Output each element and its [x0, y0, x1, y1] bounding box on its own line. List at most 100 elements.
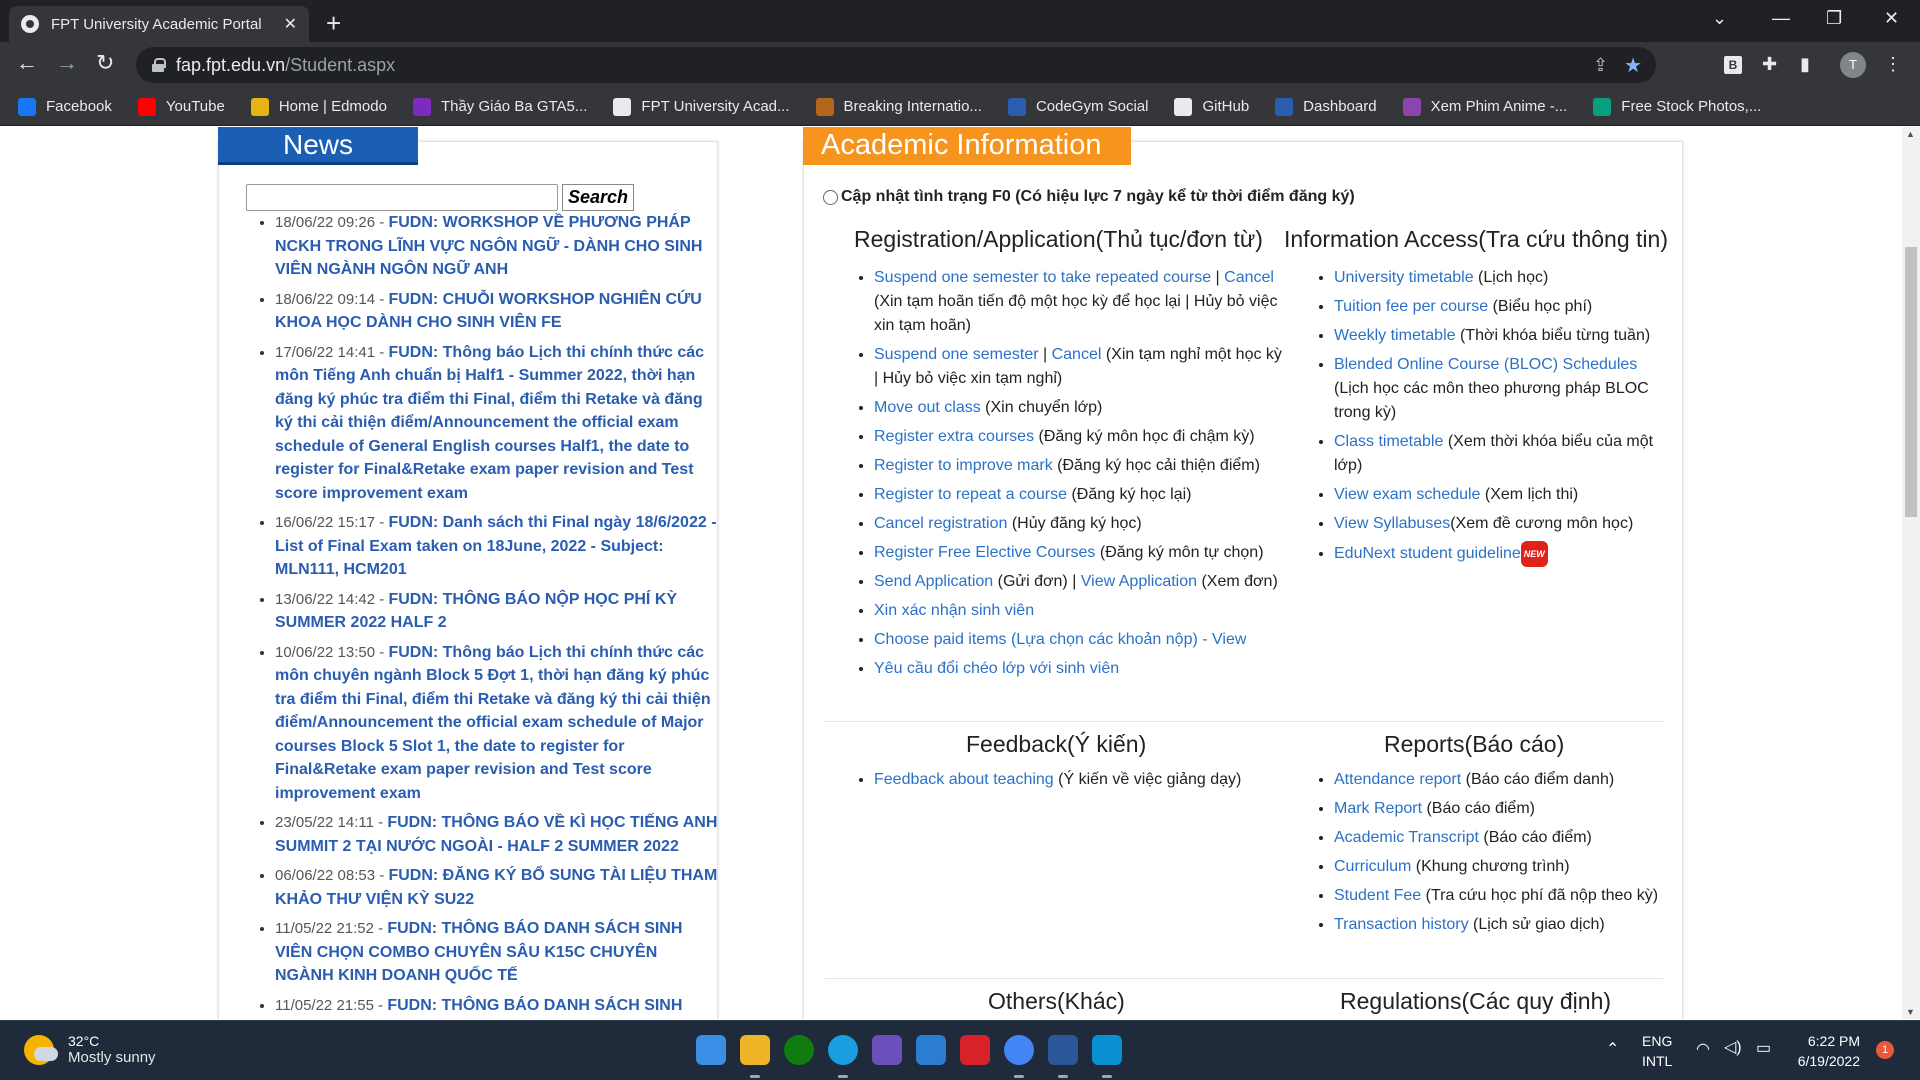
xbox-icon[interactable] — [784, 1035, 814, 1065]
language-indicator[interactable]: ENG INTL — [1642, 1031, 1672, 1071]
link[interactable]: Register to improve mark — [874, 457, 1053, 474]
link-note: (Báo cáo điểm) — [1422, 800, 1535, 817]
regulations-title: Regulations(Các quy định) — [1340, 988, 1612, 1014]
link[interactable]: View Application — [1081, 573, 1197, 590]
search-button[interactable]: Search — [562, 184, 634, 211]
puzzle-icon[interactable]: ✚ — [1762, 54, 1777, 75]
chevron-up-icon[interactable]: ⌃ — [1606, 1039, 1619, 1059]
news-date: 18/06/22 09:26 - — [275, 214, 389, 231]
lock-icon[interactable] — [152, 58, 166, 72]
tab-search-icon[interactable]: ⌄ — [1712, 8, 1727, 29]
link[interactable]: Yêu cầu đổi chéo lớp với sinh viên — [874, 660, 1119, 677]
bookmark-item[interactable]: FPT University Acad... — [613, 97, 790, 116]
mail-icon[interactable] — [916, 1035, 946, 1065]
link[interactable]: Cancel — [1052, 346, 1102, 363]
bookmark-item[interactable]: Breaking Internatio... — [815, 97, 982, 116]
link[interactable]: University timetable — [1334, 269, 1474, 286]
registration-list: Suspend one semester to take repeated co… — [874, 266, 1286, 686]
link[interactable]: Transaction history — [1334, 916, 1469, 933]
bookmark-item[interactable]: YouTube — [137, 97, 225, 116]
link[interactable]: Blended Online Course (BLOC) Schedules — [1334, 356, 1637, 373]
clock[interactable]: 6:22 PM 6/19/2022 — [1794, 1031, 1860, 1071]
bookmark-item[interactable]: Free Stock Photos,... — [1593, 97, 1761, 116]
link[interactable]: Mark Report — [1334, 800, 1422, 817]
link[interactable]: Move out class — [874, 399, 981, 416]
menu-icon[interactable]: ⋮ — [1884, 54, 1902, 75]
link[interactable]: Weekly timetable — [1334, 327, 1456, 344]
scrollbar-thumb[interactable] — [1905, 247, 1917, 517]
link-item: View exam schedule (Xem lịch thi) — [1334, 483, 1664, 507]
webstorm-icon[interactable] — [1092, 1035, 1122, 1065]
volume-icon[interactable]: ◁) — [1724, 1037, 1742, 1057]
news-link[interactable]: FUDN: Thông báo Lịch thi chính thức các … — [275, 344, 704, 502]
edge-icon[interactable] — [828, 1035, 858, 1065]
bookmark-label: Home | Edmodo — [278, 98, 387, 115]
bookmark-item[interactable]: CodeGym Social — [1007, 97, 1148, 116]
f0-radio[interactable] — [823, 189, 838, 205]
news-search-input[interactable] — [246, 184, 558, 211]
side-panel-icon[interactable]: ▮ — [1800, 54, 1810, 75]
link[interactable]: Suspend one semester to take repeated co… — [874, 269, 1211, 286]
reload-icon[interactable]: ↻ — [96, 50, 114, 76]
link[interactable]: Academic Transcript — [1334, 829, 1479, 846]
scroll-down-icon[interactable]: ▼ — [1906, 1007, 1915, 1017]
address-bar[interactable]: fap.fpt.edu.vn/Student.aspx ⇪ ★ — [136, 47, 1656, 83]
new-tab-icon[interactable]: + — [326, 8, 341, 39]
bookmark-item[interactable]: Facebook — [18, 97, 112, 116]
link[interactable]: Curriculum — [1334, 858, 1411, 875]
minimize-icon[interactable]: — — [1772, 8, 1790, 29]
bookmark-item[interactable]: Home | Edmodo — [250, 97, 387, 116]
link[interactable]: Student Fee — [1334, 887, 1421, 904]
link[interactable]: View Syllabuses — [1334, 515, 1450, 532]
link[interactable]: Register extra courses — [874, 428, 1034, 445]
garena-icon[interactable] — [960, 1035, 990, 1065]
forward-icon[interactable]: → — [56, 50, 78, 76]
browser-tab[interactable]: FPT University Academic Portal ✕ — [9, 6, 309, 42]
page-scrollbar[interactable]: ▲ ▼ — [1902, 127, 1920, 1019]
link[interactable]: View exam schedule — [1334, 486, 1480, 503]
link[interactable]: Tuition fee per course — [1334, 298, 1488, 315]
link[interactable]: Cancel — [1224, 269, 1274, 286]
link[interactable]: Choose paid items (Lựa chọn các khoản nộ… — [874, 631, 1246, 648]
start-icon[interactable] — [696, 1035, 726, 1065]
bookmark-item[interactable]: Dashboard — [1275, 97, 1377, 116]
link[interactable]: Xin xác nhận sinh viên — [874, 602, 1034, 619]
link[interactable]: EduNext student guideline — [1334, 545, 1521, 562]
word-icon[interactable] — [1048, 1035, 1078, 1065]
notification-badge[interactable]: 1 — [1876, 1041, 1894, 1059]
close-tab-icon[interactable]: ✕ — [284, 14, 297, 34]
bookmark-item[interactable]: Xem Phim Anime -... — [1402, 97, 1567, 116]
bookmark-icon — [18, 97, 36, 116]
tab-title: FPT University Academic Portal — [51, 15, 262, 33]
battery-icon[interactable]: ▭ — [1756, 1038, 1771, 1058]
news-link[interactable]: FUDN: THÔNG BÁO DANH SÁCH SINH — [387, 997, 682, 1014]
back-icon[interactable]: ← — [16, 50, 38, 76]
wifi-icon[interactable]: ◠ — [1696, 1039, 1710, 1059]
file-explorer-icon[interactable] — [740, 1035, 770, 1065]
chrome-icon[interactable] — [1004, 1035, 1034, 1065]
bookmark-label: GitHub — [1202, 98, 1250, 115]
app-purple-icon[interactable] — [872, 1035, 902, 1065]
extension-icon[interactable]: B — [1724, 56, 1742, 74]
link[interactable]: Suspend one semester — [874, 346, 1039, 363]
link[interactable]: Cancel registration — [874, 515, 1007, 532]
link[interactable]: Feedback about teaching — [874, 771, 1054, 788]
bookmark-item[interactable]: Thầy Giáo Ba GTA5... — [412, 97, 587, 116]
link[interactable]: Register to repeat a course — [874, 486, 1067, 503]
link[interactable]: Send Application — [874, 573, 993, 590]
bookmark-item[interactable]: GitHub — [1174, 97, 1250, 116]
bookmark-star-icon[interactable]: ★ — [1624, 53, 1642, 78]
link[interactable]: Attendance report — [1334, 771, 1461, 788]
f0-status-option[interactable]: Cập nhật tình trạng F0 (Có hiệu lực 7 ng… — [823, 188, 1355, 206]
registration-title: Registration/Application(Thủ tục/đơn từ) — [854, 226, 1263, 252]
news-link[interactable]: FUDN: Thông báo Lịch thi chính thức các … — [275, 644, 711, 802]
close-window-icon[interactable]: ✕ — [1884, 8, 1899, 29]
scroll-up-icon[interactable]: ▲ — [1906, 129, 1915, 139]
profile-avatar[interactable]: T — [1840, 52, 1866, 78]
link[interactable]: Class timetable — [1334, 433, 1443, 450]
link[interactable]: Register Free Elective Courses — [874, 544, 1095, 561]
weather-widget[interactable]: 32°C Mostly sunny — [24, 1033, 156, 1066]
share-icon[interactable]: ⇪ — [1593, 55, 1608, 76]
restore-icon[interactable]: ❐ — [1826, 8, 1842, 29]
link-note: (Hủy đăng ký học) — [1007, 515, 1142, 532]
